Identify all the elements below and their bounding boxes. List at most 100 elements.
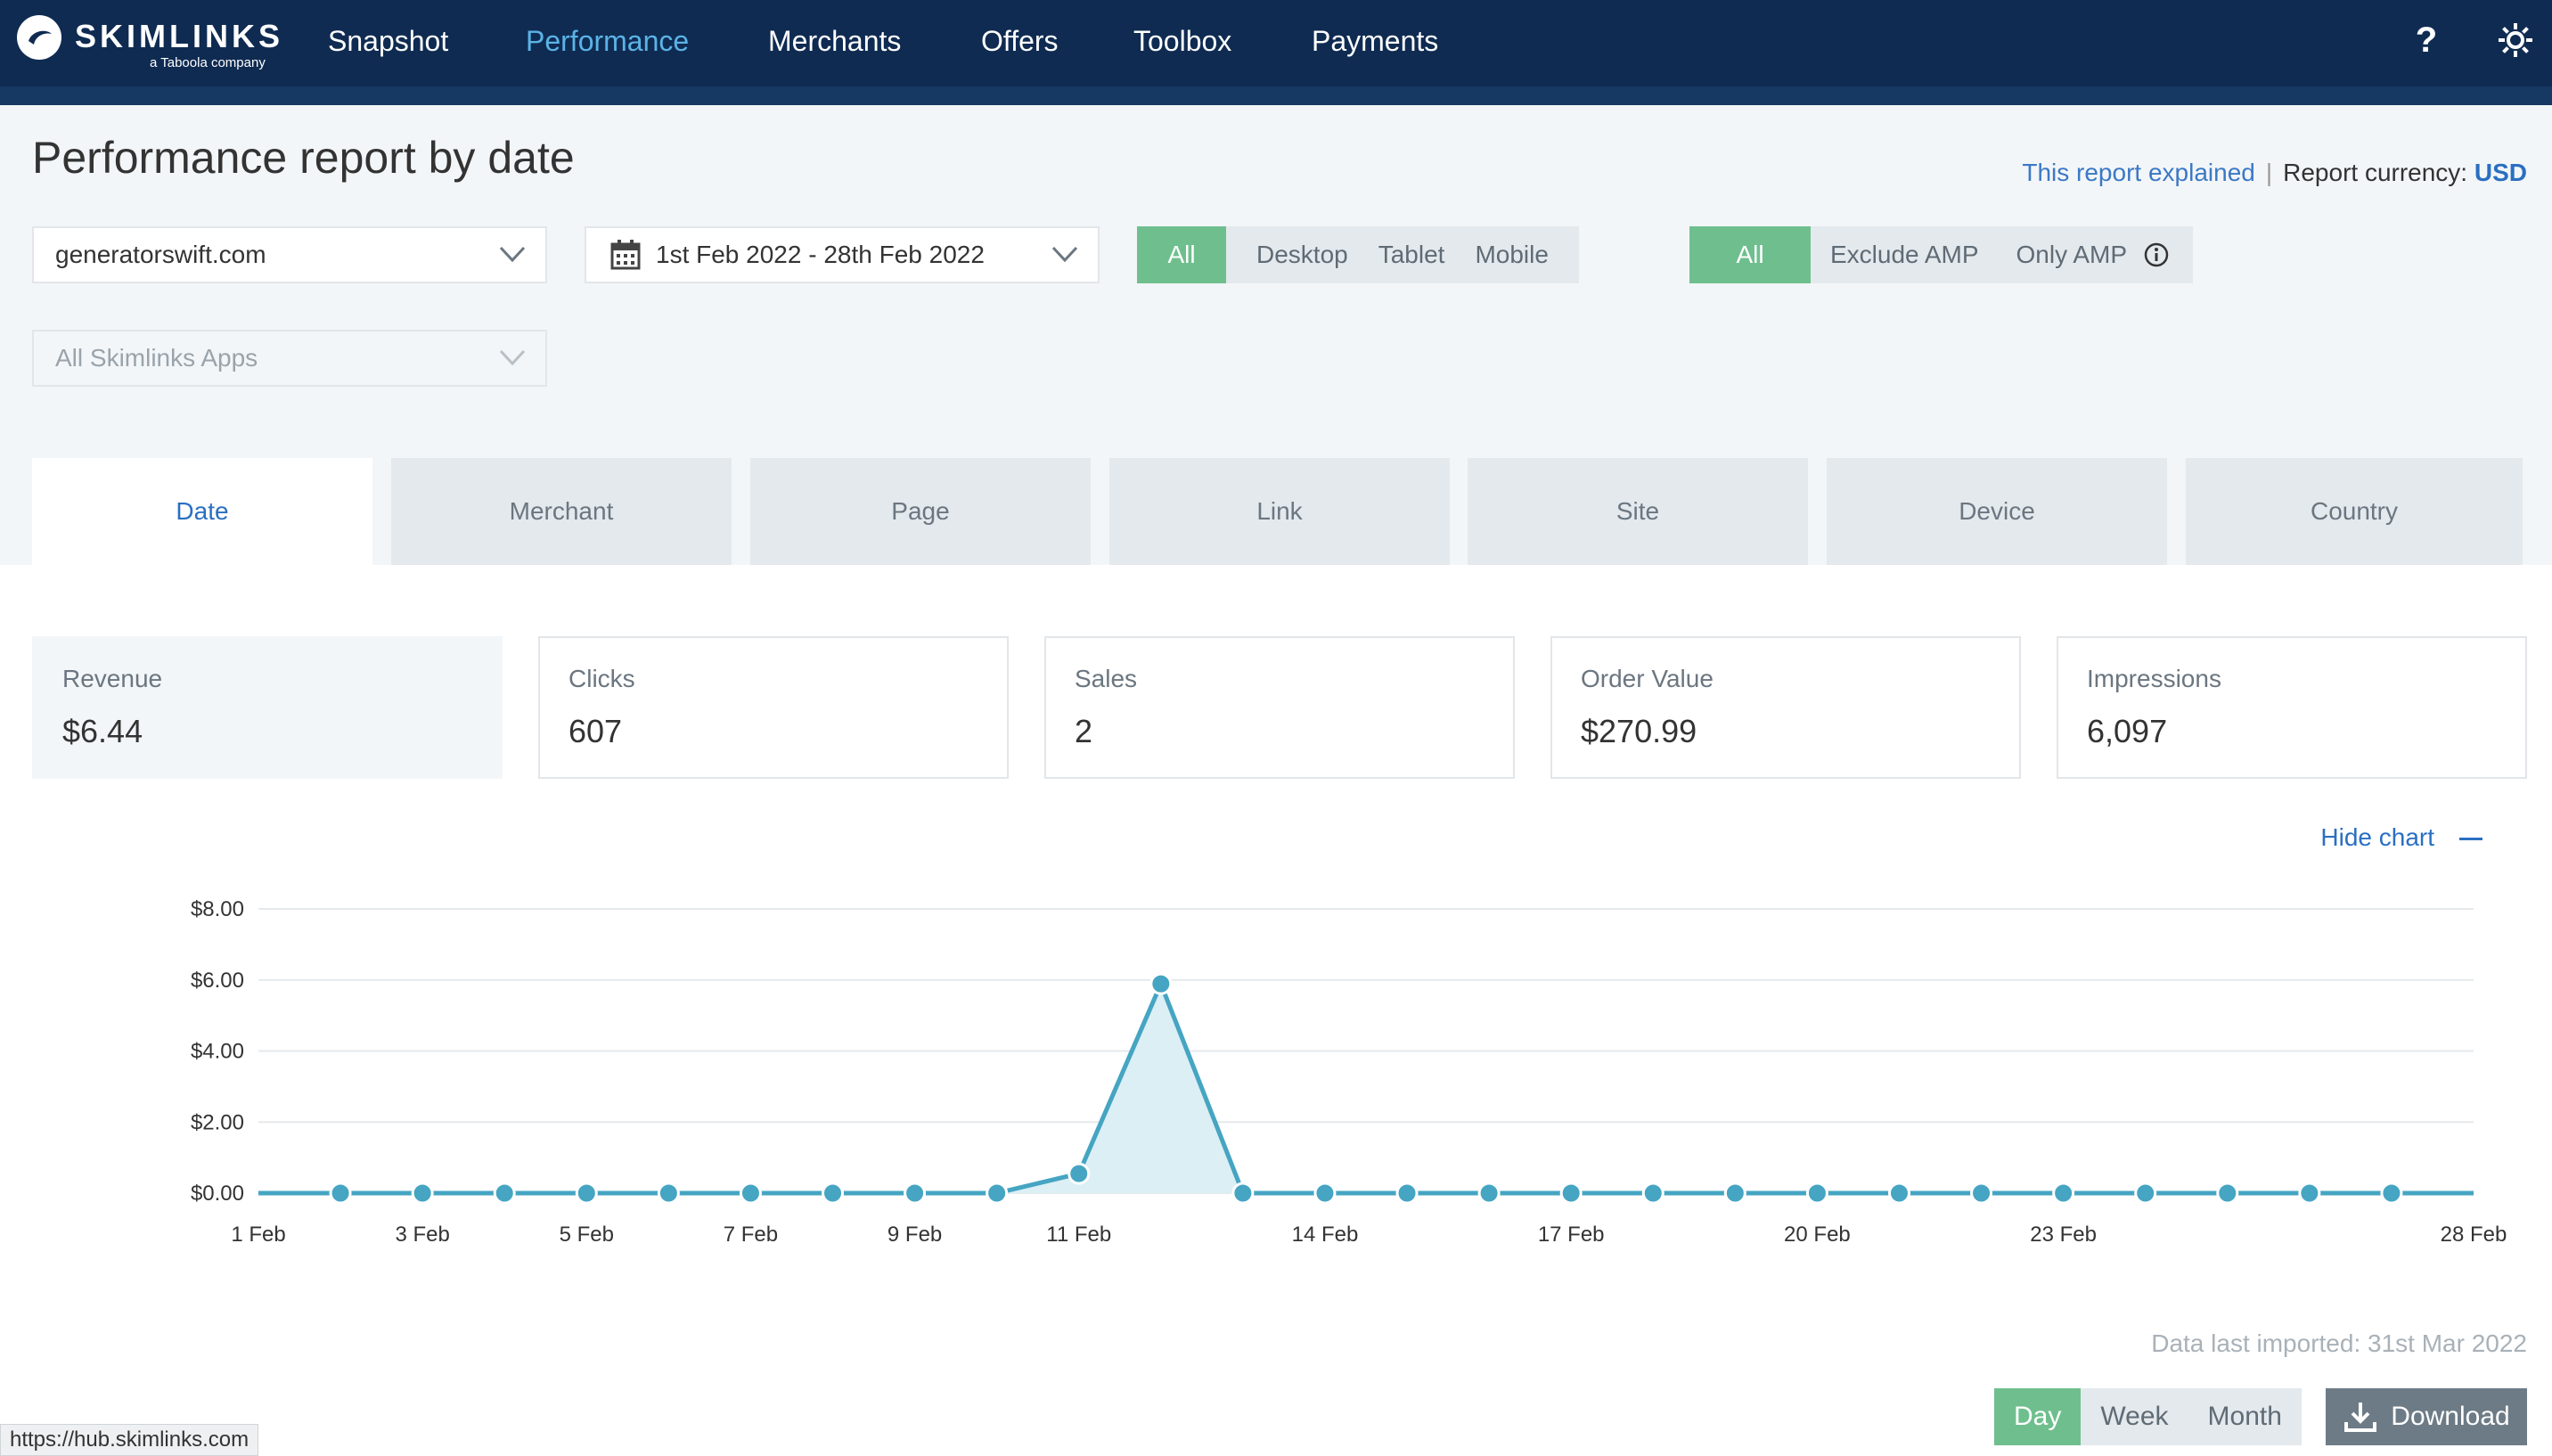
metric-card-order-value[interactable]: Order Value $270.99	[1550, 636, 2021, 779]
nav-merchants[interactable]: Merchants	[768, 25, 901, 58]
data-point	[986, 1182, 1009, 1205]
x-tick-label: 17 Feb	[1538, 1223, 1605, 1247]
tab-device[interactable]: Device	[1827, 458, 2167, 565]
site-select[interactable]: generatorswift.com	[32, 226, 547, 283]
tab-site[interactable]: Site	[1468, 458, 1808, 565]
amp-exclude[interactable]: Exclude AMP	[1811, 226, 1999, 283]
tab-link[interactable]: Link	[1109, 458, 1450, 565]
metric-card-sales[interactable]: Sales 2	[1044, 636, 1515, 779]
data-point	[904, 1182, 927, 1205]
data-point	[1559, 1182, 1583, 1205]
data-point	[329, 1182, 352, 1205]
y-tick-label: $0.00	[191, 1182, 244, 1206]
hide-chart-label: Hide chart	[2320, 823, 2434, 851]
calendar-icon	[610, 240, 641, 270]
data-point	[1313, 1182, 1337, 1205]
data-point	[822, 1182, 845, 1205]
tab-date[interactable]: Date	[32, 458, 372, 565]
data-point	[1477, 1182, 1501, 1205]
amp-filter: All Exclude AMP Only AMP	[1689, 226, 2194, 283]
period-month[interactable]: Month	[2188, 1388, 2302, 1445]
period-week[interactable]: Week	[2081, 1388, 2188, 1445]
metric-value: 2	[1075, 713, 1093, 749]
nav-performance[interactable]: Performance	[526, 25, 689, 58]
metric-value: 607	[568, 713, 623, 749]
svg-text:?: ?	[2416, 20, 2437, 60]
nav-snapshot[interactable]: Snapshot	[328, 25, 448, 58]
x-tick-label: 11 Feb	[1046, 1223, 1111, 1247]
metric-card-impressions[interactable]: Impressions 6,097	[2057, 636, 2527, 779]
revenue-chart: $0.00 $2.00 $4.00 $6.00 $8.00 1 Feb 3 Feb 5 Feb…	[191, 897, 2507, 1247]
data-point	[657, 1182, 680, 1205]
nav-payments[interactable]: Payments	[1312, 25, 1438, 58]
device-mobile[interactable]: Mobile	[1475, 226, 1578, 283]
tab-page[interactable]: Page	[750, 458, 1091, 565]
period-toggle: Day Week Month	[1994, 1388, 2302, 1445]
device-tablet[interactable]: Tablet	[1378, 226, 1476, 283]
status-bar-url: https://hub.skimlinks.com	[0, 1424, 259, 1456]
x-tick-label: 9 Feb	[887, 1223, 942, 1247]
x-tick-label: 23 Feb	[2030, 1223, 2097, 1247]
series-area	[258, 984, 2474, 1193]
data-point	[1231, 1182, 1255, 1205]
info-icon	[2144, 242, 2169, 267]
data-point	[2216, 1182, 2239, 1205]
x-tick-label: 20 Feb	[1784, 1223, 1851, 1247]
metric-value: $270.99	[1581, 713, 1697, 749]
skimlinks-logo[interactable]: SKIMLINKS a Taboola company	[16, 12, 280, 75]
currency-value[interactable]: USD	[2474, 159, 2527, 186]
nav-toolbox[interactable]: Toolbox	[1133, 25, 1231, 58]
chevron-down-icon	[499, 246, 526, 263]
metric-label: Clicks	[568, 665, 635, 692]
page-title: Performance report by date	[32, 133, 575, 183]
data-point	[1805, 1182, 1828, 1205]
apps-select[interactable]: All Skimlinks Apps	[32, 330, 547, 387]
y-tick-label: $8.00	[191, 897, 244, 921]
period-day[interactable]: Day	[1994, 1388, 2082, 1445]
data-point	[1723, 1182, 1746, 1205]
nav-offers[interactable]: Offers	[981, 25, 1059, 58]
site-select-value: generatorswift.com	[55, 241, 266, 268]
download-button[interactable]: Download	[2326, 1388, 2527, 1445]
last-imported-text: Data last imported: 31st Mar 2022	[2151, 1329, 2527, 1357]
report-links: This report explained | Report currency: U…	[2022, 159, 2527, 187]
date-range-value: 1st Feb 2022 - 28th Feb 2022	[656, 241, 985, 268]
x-tick-label: 28 Feb	[2441, 1223, 2507, 1247]
currency-label: Report currency:	[2283, 159, 2468, 186]
device-filter: All Desktop Tablet Mobile	[1137, 226, 1579, 283]
nav-stripe	[0, 86, 2552, 105]
amp-only[interactable]: Only AMP	[1999, 226, 2138, 283]
top-navigation: SKIMLINKS a Taboola company Snapshot Per…	[0, 0, 2552, 86]
x-tick-label: 3 Feb	[395, 1223, 449, 1247]
data-point	[2380, 1182, 2403, 1205]
gear-icon[interactable]	[2495, 20, 2536, 61]
download-label: Download	[2391, 1402, 2510, 1431]
data-point	[2298, 1182, 2321, 1205]
chevron-down-icon	[1051, 246, 1078, 263]
data-point	[411, 1182, 434, 1205]
x-tick-label: 1 Feb	[231, 1223, 285, 1247]
device-desktop[interactable]: Desktop	[1226, 226, 1378, 283]
amp-all[interactable]: All	[1689, 226, 1811, 283]
hide-chart-button[interactable]: Hide chart	[2320, 823, 2482, 852]
device-all[interactable]: All	[1137, 226, 1226, 283]
brand-name: SKIMLINKS	[75, 18, 283, 54]
apps-select-value: All Skimlinks Apps	[55, 344, 258, 372]
data-point	[575, 1182, 598, 1205]
metric-card-revenue[interactable]: Revenue $6.44	[32, 636, 503, 779]
data-point	[1067, 1162, 1091, 1185]
metric-value: 6,097	[2087, 713, 2168, 749]
series-line	[258, 981, 2474, 1196]
report-explained-link[interactable]: This report explained	[2022, 159, 2254, 186]
data-point	[1887, 1182, 1910, 1205]
tab-country[interactable]: Country	[2186, 458, 2523, 565]
data-point	[1395, 1182, 1419, 1205]
date-range-select[interactable]: 1st Feb 2022 - 28th Feb 2022	[585, 226, 1100, 283]
amp-info[interactable]	[2138, 226, 2193, 283]
y-tick-label: $6.00	[191, 969, 244, 993]
metric-card-clicks[interactable]: Clicks 607	[538, 636, 1009, 779]
x-tick-label: 7 Feb	[724, 1223, 778, 1247]
metric-label: Sales	[1075, 665, 1138, 692]
tab-merchant[interactable]: Merchant	[391, 458, 732, 565]
help-icon[interactable]: ?	[2406, 20, 2447, 61]
